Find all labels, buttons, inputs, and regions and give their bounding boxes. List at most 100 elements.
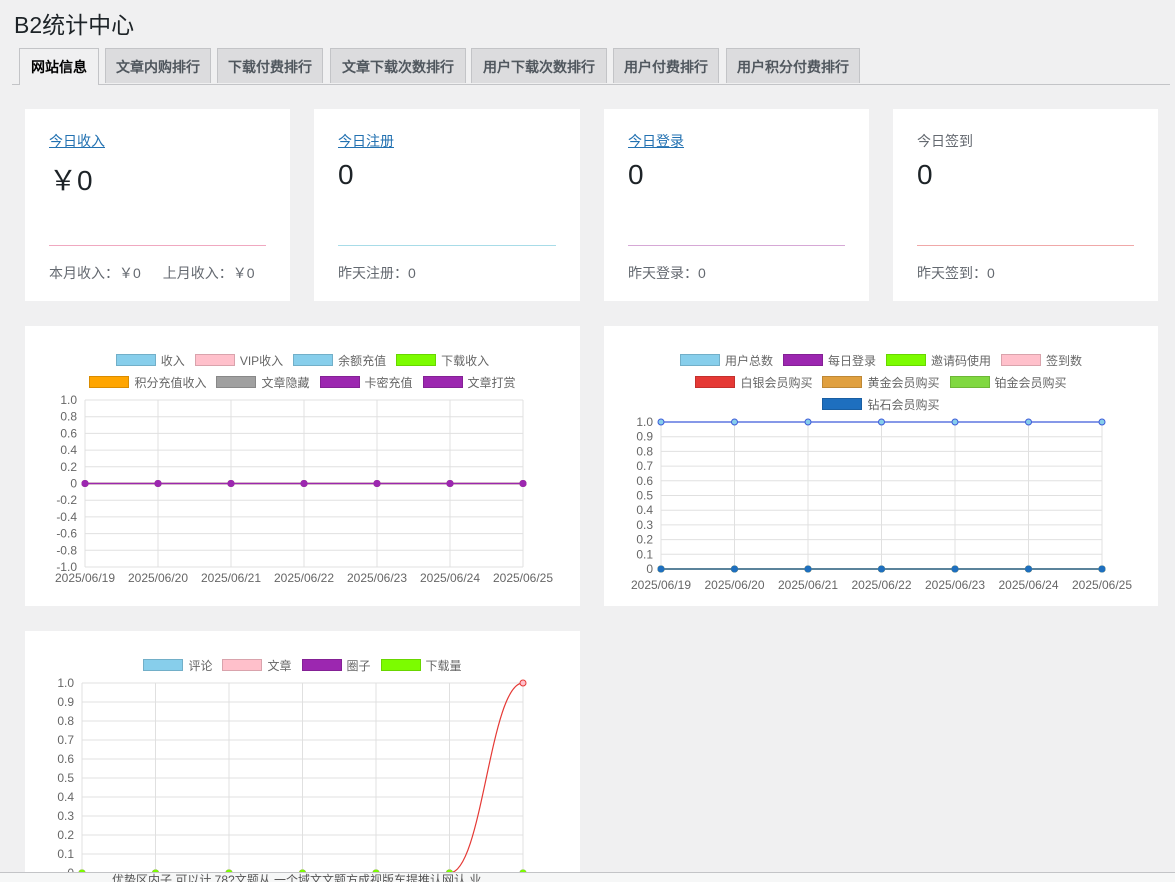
today-login-value: 0 — [628, 159, 644, 190]
y-tick-label: 0.8 — [60, 410, 77, 424]
yesterday-register: 昨天注册：0 — [338, 265, 416, 281]
data-point[interactable] — [1025, 565, 1032, 573]
y-tick-label: 0 — [646, 562, 653, 576]
y-tick-label: 0.3 — [57, 809, 74, 823]
today-register-link[interactable]: 今日注册 — [338, 131, 394, 151]
y-tick-label: -0.6 — [56, 527, 77, 541]
signin-sparkline — [917, 245, 1134, 246]
x-tick-label: 2025/06/21 — [201, 571, 261, 585]
y-tick-label: 0.5 — [57, 771, 74, 785]
y-tick-label: 0.1 — [636, 547, 653, 561]
x-tick-label: 2025/06/25 — [1072, 578, 1132, 592]
tab-user-pay-rank[interactable]: 用户付费排行 — [613, 48, 719, 83]
x-tick-label: 2025/06/23 — [925, 578, 985, 592]
x-tick-label: 2025/06/19 — [55, 571, 115, 585]
data-point[interactable] — [1098, 565, 1106, 573]
data-point[interactable] — [519, 679, 527, 687]
y-tick-label: 0.4 — [57, 790, 74, 804]
register-sparkline — [338, 245, 556, 246]
x-tick-label: 2025/06/21 — [778, 578, 838, 592]
stat-card-signin: 今日签到 0 昨天签到：0 — [893, 109, 1158, 301]
yesterday-signin: 昨天签到：0 — [917, 265, 995, 281]
x-tick-label: 2025/06/25 — [493, 571, 553, 585]
data-point[interactable] — [804, 418, 812, 426]
y-tick-label: 0.1 — [57, 847, 74, 861]
tab-download-pay-rank[interactable]: 下载付费排行 — [217, 48, 323, 83]
x-tick-label: 2025/06/22 — [851, 578, 911, 592]
data-point[interactable] — [300, 480, 308, 487]
y-tick-label: -0.8 — [56, 543, 77, 557]
x-tick-label: 2025/06/20 — [128, 571, 188, 585]
data-point[interactable] — [951, 565, 959, 573]
y-tick-label: 0.2 — [57, 828, 74, 842]
income-line-chart: 1.00.80.60.40.20-0.2-0.4-0.6-0.8-1.02025… — [55, 393, 553, 585]
content-chart-card: 评论 文章 圈子 下载量 1.0 0.9 0.8 0.7 0.6 0.5 0.4 0.3 0.2 0.1… — [25, 631, 580, 881]
last-month-income: 上月收入：￥0 — [162, 265, 255, 281]
login-sparkline — [628, 245, 845, 246]
y-tick-label: 0.7 — [57, 733, 74, 747]
y-tick-label: -0.2 — [56, 493, 77, 507]
today-signin-title: 今日签到 — [917, 133, 973, 149]
y-tick-label: 1.0 — [60, 393, 77, 407]
tab-user-download-rank[interactable]: 用户下载次数排行 — [471, 48, 607, 83]
data-point[interactable] — [519, 480, 527, 487]
income-footer: 本月收入：￥0 上月收入：￥0 — [49, 263, 277, 283]
y-tick-label: 0.7 — [636, 459, 653, 473]
data-point[interactable] — [731, 565, 738, 573]
y-tick-label: 0.4 — [636, 503, 653, 517]
stat-card-register: 今日注册 0 昨天注册：0 — [314, 109, 580, 301]
y-tick-label: 0.6 — [57, 752, 74, 766]
stat-card-income: 今日收入 ￥0 本月收入：￥0 上月收入：￥0 — [25, 109, 290, 301]
tab-article-purchase-rank[interactable]: 文章内购排行 — [105, 48, 211, 83]
data-point[interactable] — [1025, 418, 1032, 426]
y-tick-label: 1.0 — [57, 676, 74, 690]
data-point[interactable] — [878, 418, 885, 426]
x-tick-label: 2025/06/24 — [420, 571, 480, 585]
page-title: B2统计中心 — [14, 12, 135, 38]
data-point[interactable] — [227, 480, 235, 487]
y-tick-label: 1.0 — [636, 415, 653, 429]
y-tick-label: 0.8 — [636, 444, 653, 458]
x-tick-label: 2025/06/20 — [704, 578, 764, 592]
y-tick-label: 0.6 — [60, 426, 77, 440]
y-tick-label: -0.4 — [56, 510, 77, 524]
today-income-link[interactable]: 今日收入 — [49, 131, 105, 151]
y-tick-label: 0.3 — [636, 518, 653, 532]
y-tick-label: 0.8 — [57, 714, 74, 728]
data-point[interactable] — [446, 480, 454, 487]
x-tick-label: 2025/06/19 — [631, 578, 691, 592]
data-point[interactable] — [731, 418, 738, 426]
income-sparkline — [49, 245, 266, 246]
tab-bar: 网站信息 文章内购排行 下载付费排行 文章下载次数排行 用户下载次数排行 用户付… — [12, 48, 1170, 85]
today-register-value: 0 — [338, 159, 354, 190]
user-line-chart: 1.00.90.80.70.60.50.40.30.20.10 2025/06/1… — [631, 415, 1132, 592]
x-tick-label: 2025/06/23 — [347, 571, 407, 585]
yesterday-login: 昨天登录：0 — [628, 265, 706, 281]
data-point[interactable] — [1098, 418, 1106, 426]
data-point[interactable] — [154, 480, 162, 487]
data-point[interactable] — [81, 480, 89, 487]
tab-site-info[interactable]: 网站信息 — [19, 48, 99, 85]
y-tick-label: 0.9 — [57, 695, 74, 709]
tab-article-download-rank[interactable]: 文章下载次数排行 — [330, 48, 466, 83]
tab-user-credit-pay-rank[interactable]: 用户积分付费排行 — [726, 48, 860, 83]
data-point[interactable] — [373, 480, 381, 487]
data-point[interactable] — [657, 565, 665, 573]
content-line-chart: 1.00.90.80.70.60.50.40.30.20.102025/06/1… — [57, 676, 527, 880]
y-tick-label: 0 — [70, 477, 77, 491]
y-tick-label: 0.6 — [636, 474, 653, 488]
data-point[interactable] — [951, 418, 959, 426]
data-point[interactable] — [878, 565, 885, 573]
data-point[interactable] — [657, 418, 665, 426]
month-income: 本月收入：￥0 — [49, 265, 141, 281]
income-chart-card: 收入 VIP收入 余额充值 下载收入 积分充值收入 文章隐藏 卡密充值 文章打赏 1.0 0.8… — [25, 326, 580, 606]
y-tick-label: 0.2 — [636, 533, 653, 547]
data-point[interactable] — [804, 565, 812, 573]
today-income-value: ￥0 — [49, 165, 93, 196]
y-tick-label: 0.4 — [60, 443, 77, 457]
user-chart-card: 用户总数 每日登录 邀请码使用 签到数 白银会员购买 黄金会员购买 铂金会员购买 钻石会员购买… — [604, 326, 1158, 606]
x-tick-label: 2025/06/22 — [274, 571, 334, 585]
today-login-link[interactable]: 今日登录 — [628, 131, 684, 151]
stat-card-login: 今日登录 0 昨天登录：0 — [604, 109, 869, 301]
x-tick-label: 2025/06/24 — [998, 578, 1058, 592]
